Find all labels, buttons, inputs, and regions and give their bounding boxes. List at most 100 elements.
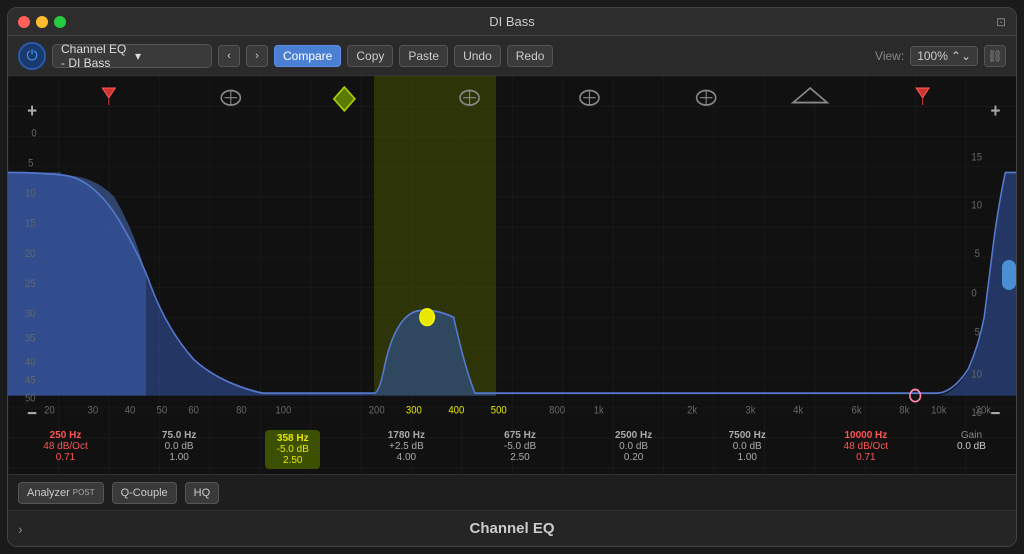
band-4-freq: 1780 Hz [388,430,425,441]
svg-text:6k: 6k [852,405,863,417]
band-1-q: 0.71 [56,452,75,463]
band-4-q: 4.00 [397,452,416,463]
view-value[interactable]: 100% ⌃⌄ [910,46,978,66]
svg-text:0: 0 [31,128,37,140]
band-1-gain: 48 dB/Oct [43,441,87,452]
band-7-q: 1.00 [738,452,757,463]
redo-button[interactable]: Redo [507,45,554,67]
nav-forward-button[interactable]: › [246,45,268,67]
svg-text:2k: 2k [687,405,698,417]
preset-dropdown[interactable]: Channel EQ - DI Bass ▾ [52,44,212,68]
band-6-gain: 0.0 dB [619,441,648,452]
analyzer-post-label: POST [73,488,95,497]
band-8-gain: 48 dB/Oct [844,441,888,452]
gain-value: 0.0 dB [957,441,986,452]
svg-text:20: 20 [44,405,55,417]
band-8-q: 0.71 [856,452,875,463]
svg-text:20k: 20k [976,405,992,417]
maximize-button[interactable] [54,16,66,28]
band-4-info[interactable]: 1780 Hz +2.5 dB 4.00 [379,430,434,463]
band-7-info[interactable]: 7500 Hz 0.0 dB 1.00 [720,430,775,463]
band-3-info[interactable]: 358 Hz -5.0 dB 2.50 [265,430,320,469]
band-1-info[interactable]: 250 Hz 48 dB/Oct 0.71 [38,430,93,463]
eq-area[interactable]: + + − − 0 5 10 15 20 25 30 35 40 45 50 1… [8,76,1016,474]
svg-text:3k: 3k [745,405,756,417]
eq-display: + + − − 0 5 10 15 20 25 30 35 40 45 50 1… [8,76,1016,474]
band-5-info[interactable]: 675 Hz -5.0 dB 2.50 [493,430,548,463]
close-button[interactable] [18,16,30,28]
link-icon: ⛓ [987,49,1002,63]
svg-text:8k: 8k [899,405,910,417]
svg-text:200: 200 [369,405,385,417]
svg-text:50: 50 [157,405,168,417]
hq-button[interactable]: HQ [185,482,220,504]
band-5-freq: 675 Hz [504,430,536,441]
svg-text:+: + [991,100,1001,121]
window-title: DI Bass [489,14,535,29]
svg-text:100: 100 [275,405,291,417]
dropdown-chevron-icon: ▾ [135,49,203,63]
q-couple-button[interactable]: Q-Couple [112,482,177,504]
band-5-gain: -5.0 dB [504,441,536,452]
traffic-lights [18,16,66,28]
compare-button[interactable]: Compare [274,45,341,67]
svg-text:−: − [991,403,1001,424]
band-6-info[interactable]: 2500 Hz 0.0 dB 0.20 [606,430,661,463]
svg-text:10k: 10k [931,405,947,417]
view-stepper-icon: ⌃⌄ [951,49,971,63]
view-percentage: 100% [917,49,948,63]
main-window: DI Bass ⊡ ⏻ Channel EQ - DI Bass ▾ ‹ › C… [7,7,1017,547]
vertical-scrollbar[interactable] [1002,260,1016,290]
band-7-gain: 0.0 dB [733,441,762,452]
svg-text:4k: 4k [793,405,804,417]
band-2-q: 1.00 [169,452,188,463]
band-2-gain: 0.0 dB [165,441,194,452]
svg-text:30: 30 [88,405,99,417]
link-button[interactable]: ⛓ [984,45,1006,67]
band-2-info[interactable]: 75.0 Hz 0.0 dB 1.00 [152,430,207,463]
gain-label: Gain [961,430,982,441]
footer: › Channel EQ [8,510,1016,546]
svg-text:40: 40 [125,405,136,417]
bottom-controls-bar: Analyzer POST Q-Couple HQ [8,474,1016,510]
svg-text:35: 35 [25,333,36,345]
analyzer-label: Analyzer [27,487,70,499]
band-8-freq: 10000 Hz [844,430,887,441]
svg-text:500: 500 [491,405,507,417]
footer-left-button[interactable]: › [18,521,23,537]
svg-text:15: 15 [971,152,982,164]
svg-text:300: 300 [406,405,422,417]
svg-text:−: − [27,403,37,424]
band-2-freq: 75.0 Hz [162,430,196,441]
analyzer-button[interactable]: Analyzer POST [18,482,104,504]
band-3-gain: -5.0 dB [277,444,309,455]
footer-title: Channel EQ [469,520,554,537]
svg-text:10: 10 [971,200,982,212]
copy-button[interactable]: Copy [347,45,393,67]
svg-text:80: 80 [236,405,247,417]
titlebar: DI Bass ⊡ [8,8,1016,36]
band-3-freq: 358 Hz [277,433,309,444]
band-1-freq: 250 Hz [50,430,82,441]
paste-button[interactable]: Paste [399,45,448,67]
power-button[interactable]: ⏻ [18,42,46,70]
svg-text:10: 10 [971,369,982,381]
preset-name: Channel EQ - DI Bass [61,42,129,70]
svg-text:60: 60 [188,405,199,417]
svg-text:0: 0 [971,288,977,300]
band-8-info[interactable]: 10000 Hz 48 dB/Oct 0.71 [833,430,898,463]
band-7-freq: 7500 Hz [729,430,766,441]
undo-button[interactable]: Undo [454,45,501,67]
svg-text:40: 40 [25,357,36,369]
restore-button[interactable]: ⊡ [996,15,1006,29]
svg-text:15: 15 [25,218,36,230]
power-icon: ⏻ [26,47,37,64]
nav-back-button[interactable]: ‹ [218,45,240,67]
minimize-button[interactable] [36,16,48,28]
svg-text:20: 20 [25,248,36,260]
svg-text:5: 5 [28,158,34,170]
band-6-q: 0.20 [624,452,643,463]
svg-text:30: 30 [25,309,36,321]
toolbar: ⏻ Channel EQ - DI Bass ▾ ‹ › Compare Cop… [8,36,1016,76]
svg-text:5: 5 [975,327,981,339]
